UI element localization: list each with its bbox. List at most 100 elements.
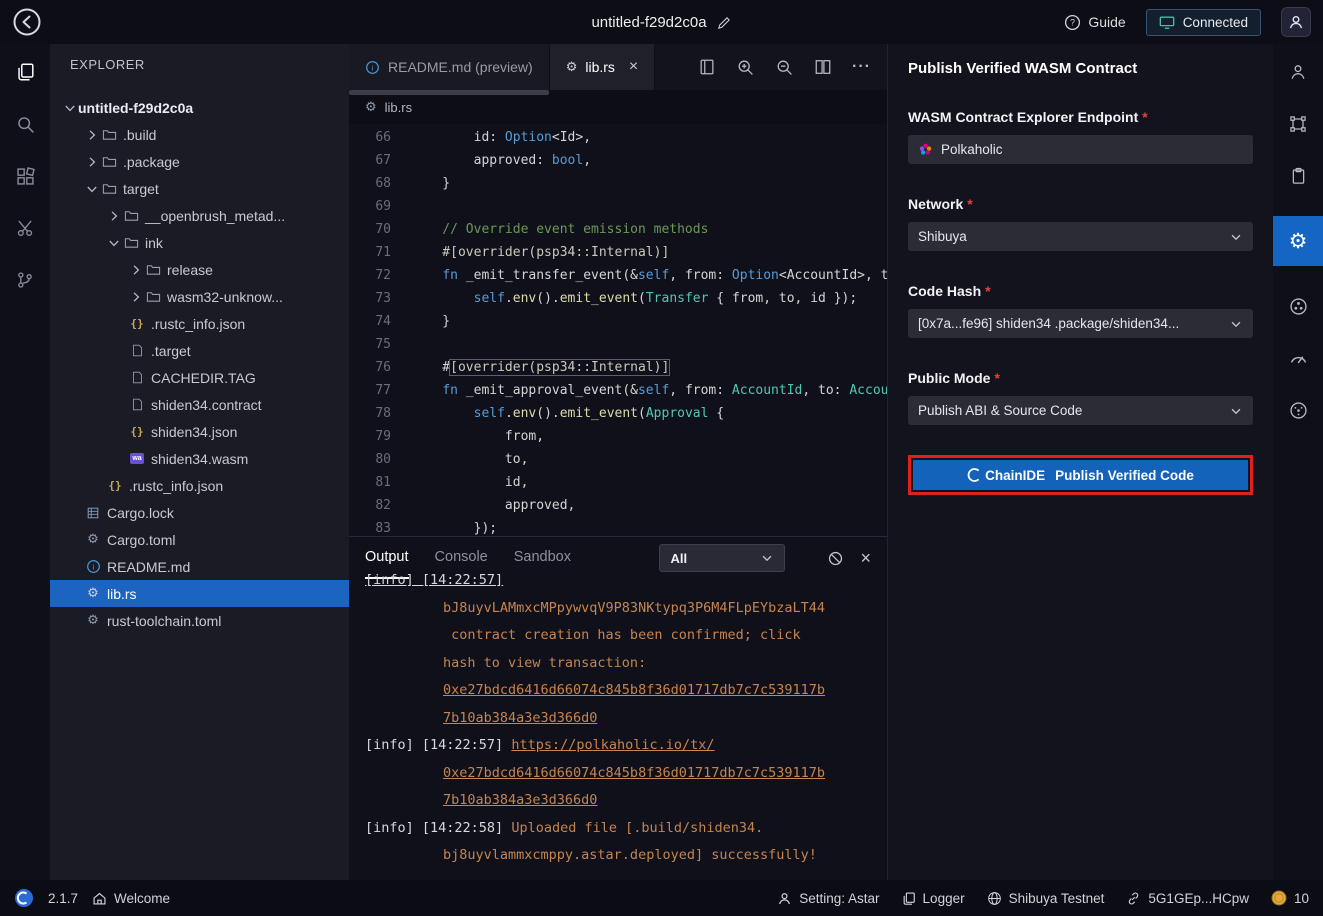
code-hash-select[interactable]: [0x7a...fe96] shiden34 .package/shiden34…: [908, 309, 1253, 338]
scissors-icon[interactable]: [13, 216, 37, 240]
tree-item[interactable]: release: [50, 256, 349, 283]
public-mode-label: Public Mode*: [908, 370, 1253, 386]
line-number: 75: [349, 333, 411, 356]
tree-item[interactable]: CACHEDIR.TAG: [50, 364, 349, 391]
log-link[interactable]: 0xe27bdcd6416d66074c845b8f36d01717db7c7c…: [443, 765, 825, 781]
svg-text:i: i: [372, 63, 374, 72]
tree-item[interactable]: .build: [50, 121, 349, 148]
git-branch-icon[interactable]: [13, 268, 37, 292]
settings-gear-icon[interactable]: ⚙: [1273, 216, 1323, 266]
code-token: ,: [583, 153, 591, 168]
log-link[interactable]: 7b10ab384a3e3d366d0: [443, 710, 597, 726]
tree-item[interactable]: ⚙ lib.rs: [50, 580, 349, 607]
code-token: _emit_transfer_event(&: [458, 268, 638, 283]
tree-item[interactable]: ink: [50, 229, 349, 256]
tree-item[interactable]: {} shiden34.json: [50, 418, 349, 445]
code-token: });: [411, 521, 497, 536]
tab-librs[interactable]: ⚙ lib.rs ×: [550, 44, 656, 90]
publish-panel-title: Publish Verified WASM Contract: [908, 60, 1253, 77]
publish-verified-code-button[interactable]: ChainIDE Publish Verified Code: [913, 460, 1248, 490]
zoom-in-icon[interactable]: [736, 58, 755, 77]
code-text: self.env().emit_event(Approval {: [411, 402, 887, 425]
tree-item[interactable]: wa shiden34.wasm: [50, 445, 349, 472]
home-icon: [92, 891, 107, 906]
preview-icon[interactable]: [698, 58, 716, 76]
line-number: 72: [349, 264, 411, 287]
tree-item[interactable]: {} .rustc_info.json: [50, 310, 349, 337]
connected-badge[interactable]: Connected: [1146, 9, 1261, 36]
log-line: 7b10ab384a3e3d366d0: [365, 705, 887, 733]
file-icon: {}: [106, 478, 124, 494]
tree-item[interactable]: wasm32-unknow...: [50, 283, 349, 310]
tab-readme[interactable]: i README.md (preview): [349, 44, 550, 90]
tree-item-label: shiden34.json: [151, 424, 237, 440]
editor-tab-bar: i README.md (preview) ⚙ lib.rs ×: [349, 44, 887, 90]
log-link[interactable]: https://polkaholic.io/tx/: [511, 737, 714, 753]
public-mode-select[interactable]: Publish ABI & Source Code: [908, 396, 1253, 425]
tree-item[interactable]: {} .rustc_info.json: [50, 472, 349, 499]
guide-button[interactable]: ? Guide: [1064, 14, 1125, 31]
line-number: 66: [349, 126, 411, 149]
log-line: [info] [14:22:57]: [365, 567, 887, 595]
network-select[interactable]: Shibuya: [908, 222, 1253, 251]
tree-item[interactable]: i README.md: [50, 553, 349, 580]
file-icon: [100, 181, 118, 197]
clipboard-icon[interactable]: [1286, 164, 1310, 188]
log-link[interactable]: 0xe27bdcd6416d66074c845b8f36d01717db7c7c…: [443, 682, 825, 698]
code-token: AccountId: [732, 383, 802, 398]
tree-item[interactable]: .package: [50, 148, 349, 175]
back-icon[interactable]: [12, 7, 42, 37]
split-editor-icon[interactable]: [814, 58, 832, 76]
code-editor[interactable]: 66 id: Option<Id>, 67 approved: bool, 68…: [349, 124, 887, 536]
setting-status[interactable]: Setting: Astar: [777, 891, 879, 906]
tree-item[interactable]: .target: [50, 337, 349, 364]
code-text: }: [411, 310, 887, 333]
edit-title-icon[interactable]: [717, 15, 732, 30]
chevron-icon: [106, 208, 122, 224]
balance-status[interactable]: 10: [1271, 890, 1309, 906]
log-line: contract creation has been confirmed; cl…: [365, 622, 887, 650]
chainide-icon[interactable]: [14, 888, 34, 908]
clear-icon[interactable]: [827, 550, 844, 567]
log-text: [info] [14:22:57]: [365, 572, 503, 588]
template-icon[interactable]: [1286, 112, 1310, 136]
wallet-address[interactable]: 5G1GEp...HCpw: [1126, 891, 1249, 906]
astar-icon[interactable]: [1286, 398, 1310, 422]
more-actions-icon[interactable]: ···: [852, 58, 871, 76]
chevron-icon: [128, 262, 144, 278]
account-tools-icon[interactable]: [1286, 60, 1310, 84]
tree-item-label: .package: [123, 154, 180, 170]
search-icon[interactable]: [13, 112, 37, 136]
endpoint-field[interactable]: Polkaholic: [908, 135, 1253, 164]
file-icon: [128, 370, 146, 386]
line-number: 69: [349, 195, 411, 218]
close-panel-icon[interactable]: ×: [860, 549, 871, 567]
gauge-icon[interactable]: [1286, 346, 1310, 370]
code-line: 80 to,: [349, 448, 887, 471]
polkadot-icon[interactable]: [1286, 294, 1310, 318]
network-status[interactable]: Shibuya Testnet: [987, 891, 1105, 906]
extensions-icon[interactable]: [13, 164, 37, 188]
code-text: // Override event emission methods: [411, 218, 887, 241]
code-text: #[overrider(psp34::Internal)]: [411, 241, 887, 264]
file-icon: {}: [128, 316, 146, 332]
tree-item[interactable]: __openbrush_metad...: [50, 202, 349, 229]
zoom-out-icon[interactable]: [775, 58, 794, 77]
tree-item[interactable]: Cargo.lock: [50, 499, 349, 526]
tree-item[interactable]: ⚙ rust-toolchain.toml: [50, 607, 349, 634]
tree-item[interactable]: target: [50, 175, 349, 202]
tab-scrollbar[interactable]: [349, 90, 549, 95]
tree-item[interactable]: ⚙ Cargo.toml: [50, 526, 349, 553]
logger-status[interactable]: Logger: [902, 891, 965, 906]
avatar[interactable]: [1281, 7, 1311, 37]
close-icon[interactable]: ×: [629, 59, 638, 75]
files-icon[interactable]: [13, 60, 37, 84]
tree-item[interactable]: shiden34.contract: [50, 391, 349, 418]
chevron-down-icon: [1229, 230, 1243, 244]
output-log[interactable]: [info] [14:22:57]bJ8uyvLAMmxcMPpywvqV9P8…: [349, 567, 887, 880]
log-link[interactable]: 7b10ab384a3e3d366d0: [443, 792, 597, 808]
required-mark: *: [994, 370, 999, 386]
welcome-button[interactable]: Welcome: [92, 891, 170, 906]
tree-item[interactable]: untitled-f29d2c0a: [50, 94, 349, 121]
status-bar: 2.1.7 Welcome Setting: Astar Logger: [0, 880, 1323, 916]
